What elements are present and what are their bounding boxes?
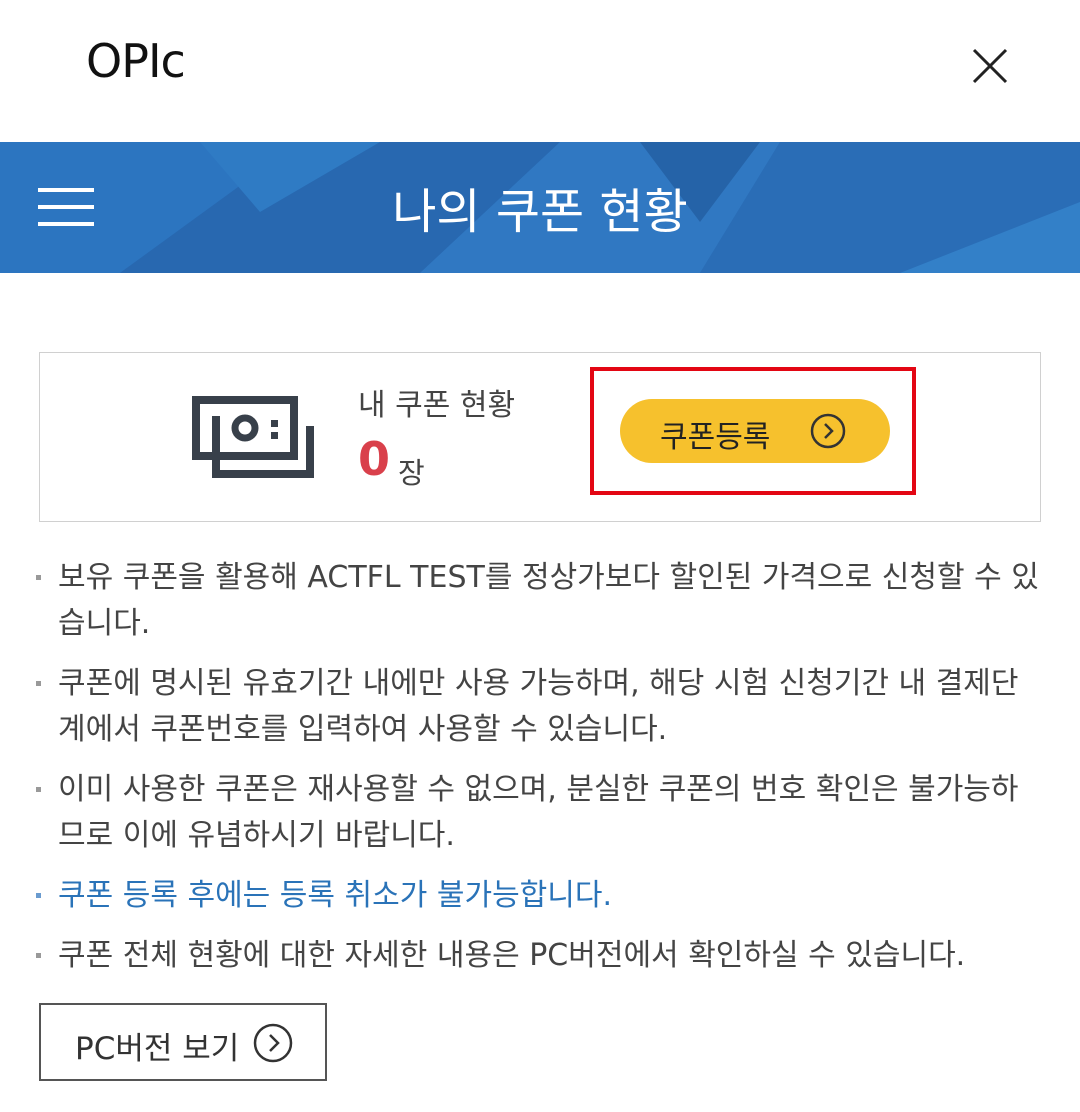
notice-text: 쿠폰 등록 후에는 등록 취소가 불가능합니다. bbox=[58, 878, 613, 913]
coupon-count: 0 bbox=[358, 432, 391, 486]
notice-text: 보유 쿠폰을 활용해 ACTFL TEST를 정상가보다 할인된 가격으로 신청… bbox=[58, 560, 1039, 641]
top-bar: OPIc bbox=[0, 0, 1080, 142]
chevron-right-circle-icon bbox=[253, 1023, 293, 1063]
notice-text: 쿠폰에 명시된 유효기간 내에만 사용 가능하며, 해당 시험 신청기간 내 결… bbox=[58, 666, 1019, 747]
bullet-icon bbox=[36, 787, 41, 792]
coupon-status-label: 내 쿠폰 현황 bbox=[358, 388, 516, 423]
pc-version-label: PC버전 보기 bbox=[75, 1031, 240, 1067]
notice-item: 쿠폰에 명시된 유효기간 내에만 사용 가능하며, 해당 시험 신청기간 내 결… bbox=[36, 661, 1046, 753]
notice-item: 쿠폰 전체 현황에 대한 자세한 내용은 PC버전에서 확인하실 수 있습니다. bbox=[36, 933, 1046, 979]
notice-list: 보유 쿠폰을 활용해 ACTFL TEST를 정상가보다 할인된 가격으로 신청… bbox=[36, 555, 1046, 993]
coupon-register-label: 쿠폰등록 bbox=[660, 420, 771, 455]
bullet-icon bbox=[36, 575, 41, 580]
notice-item-warning: 쿠폰 등록 후에는 등록 취소가 불가능합니다. bbox=[36, 873, 1046, 919]
app-title: OPIc bbox=[86, 34, 186, 88]
coupon-register-button[interactable]: 쿠폰등록 bbox=[620, 399, 890, 463]
close-icon[interactable] bbox=[964, 40, 1016, 92]
notice-item: 이미 사용한 쿠폰은 재사용할 수 없으며, 분실한 쿠폰의 번호 확인은 불가… bbox=[36, 767, 1046, 859]
page-title: 나의 쿠폰 현황 bbox=[392, 184, 688, 240]
notice-text: 쿠폰 전체 현황에 대한 자세한 내용은 PC버전에서 확인하실 수 있습니다. bbox=[58, 938, 966, 973]
bullet-icon bbox=[36, 953, 41, 958]
chevron-right-circle-icon bbox=[810, 413, 846, 449]
bullet-icon bbox=[36, 893, 41, 898]
notice-text: 이미 사용한 쿠폰은 재사용할 수 없으며, 분실한 쿠폰의 번호 확인은 불가… bbox=[58, 772, 1019, 853]
notice-item: 보유 쿠폰을 활용해 ACTFL TEST를 정상가보다 할인된 가격으로 신청… bbox=[36, 555, 1046, 647]
coupon-count-unit: 장 bbox=[398, 456, 425, 490]
pc-version-button[interactable]: PC버전 보기 bbox=[39, 1003, 327, 1081]
coupon-cash-icon bbox=[192, 396, 320, 482]
bullet-icon bbox=[36, 681, 41, 686]
